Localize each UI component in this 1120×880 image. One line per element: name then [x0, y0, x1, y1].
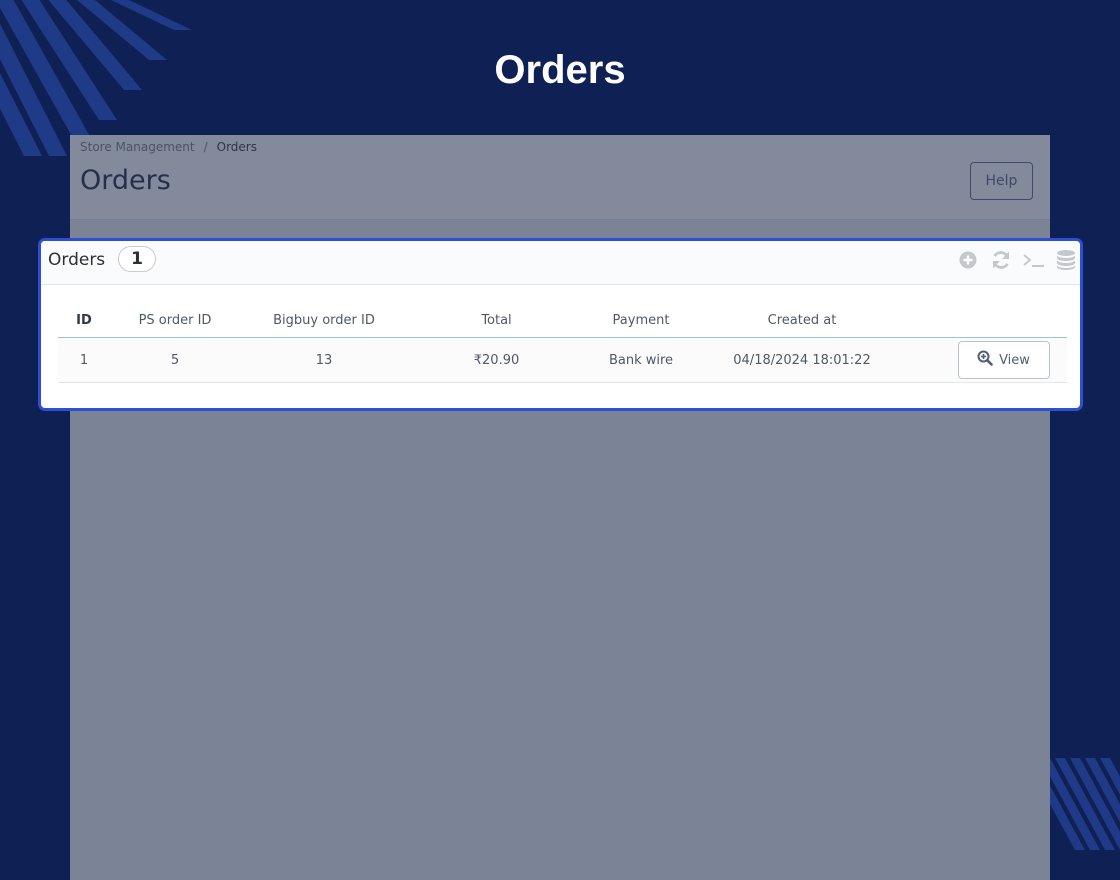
- table-header-row: ID PS order ID Bigbuy order ID Total Pay…: [58, 303, 1067, 338]
- zoom-in-icon: [977, 350, 993, 370]
- decorative-stripes-bottom-right: [1040, 750, 1120, 850]
- table-row[interactable]: 1 5 13 ₹20.90 Bank wire 04/18/2024 18:01…: [58, 337, 1067, 383]
- export-sql-icon[interactable]: [1054, 248, 1078, 272]
- orders-panel: Orders 1 ID PS order ID Bigbuy order ID …: [38, 238, 1083, 411]
- breadcrumb: Store Management / Orders: [80, 140, 257, 154]
- admin-header: Store Management / Orders Orders Help: [70, 135, 1050, 220]
- cell-ps-order-id: 5: [110, 337, 240, 383]
- admin-page-title: Orders: [80, 165, 171, 196]
- breadcrumb-current: Orders: [216, 140, 257, 154]
- cell-created-at: 04/18/2024 18:01:22: [697, 337, 907, 383]
- cell-payment: Bank wire: [585, 337, 697, 383]
- page-heading: Orders: [494, 48, 626, 92]
- column-header-id[interactable]: ID: [58, 303, 110, 338]
- column-header-actions: [907, 303, 1067, 338]
- count-badge: 1: [118, 246, 156, 272]
- view-button-label: View: [999, 352, 1030, 368]
- cell-actions: View: [907, 337, 1067, 383]
- refresh-icon[interactable]: [989, 248, 1013, 272]
- cell-total: ₹20.90: [408, 337, 585, 383]
- column-header-total[interactable]: Total: [408, 303, 585, 338]
- cell-id: 1: [58, 337, 110, 383]
- view-order-button[interactable]: View: [957, 341, 1050, 379]
- sql-query-icon[interactable]: [1022, 248, 1046, 272]
- help-button[interactable]: Help: [970, 162, 1033, 200]
- panel-header: Orders 1: [41, 241, 1080, 285]
- column-header-bigbuy-order-id[interactable]: Bigbuy order ID: [240, 303, 408, 338]
- breadcrumb-separator: /: [203, 140, 208, 154]
- panel-title: Orders: [48, 250, 106, 270]
- breadcrumb-parent[interactable]: Store Management: [80, 140, 195, 154]
- column-header-payment[interactable]: Payment: [585, 303, 697, 338]
- column-header-ps-order-id[interactable]: PS order ID: [110, 303, 240, 338]
- add-new-icon[interactable]: [956, 248, 980, 272]
- cell-bigbuy-order-id: 13: [240, 337, 408, 383]
- orders-table: ID PS order ID Bigbuy order ID Total Pay…: [58, 303, 1067, 383]
- column-header-created-at[interactable]: Created at: [697, 303, 907, 338]
